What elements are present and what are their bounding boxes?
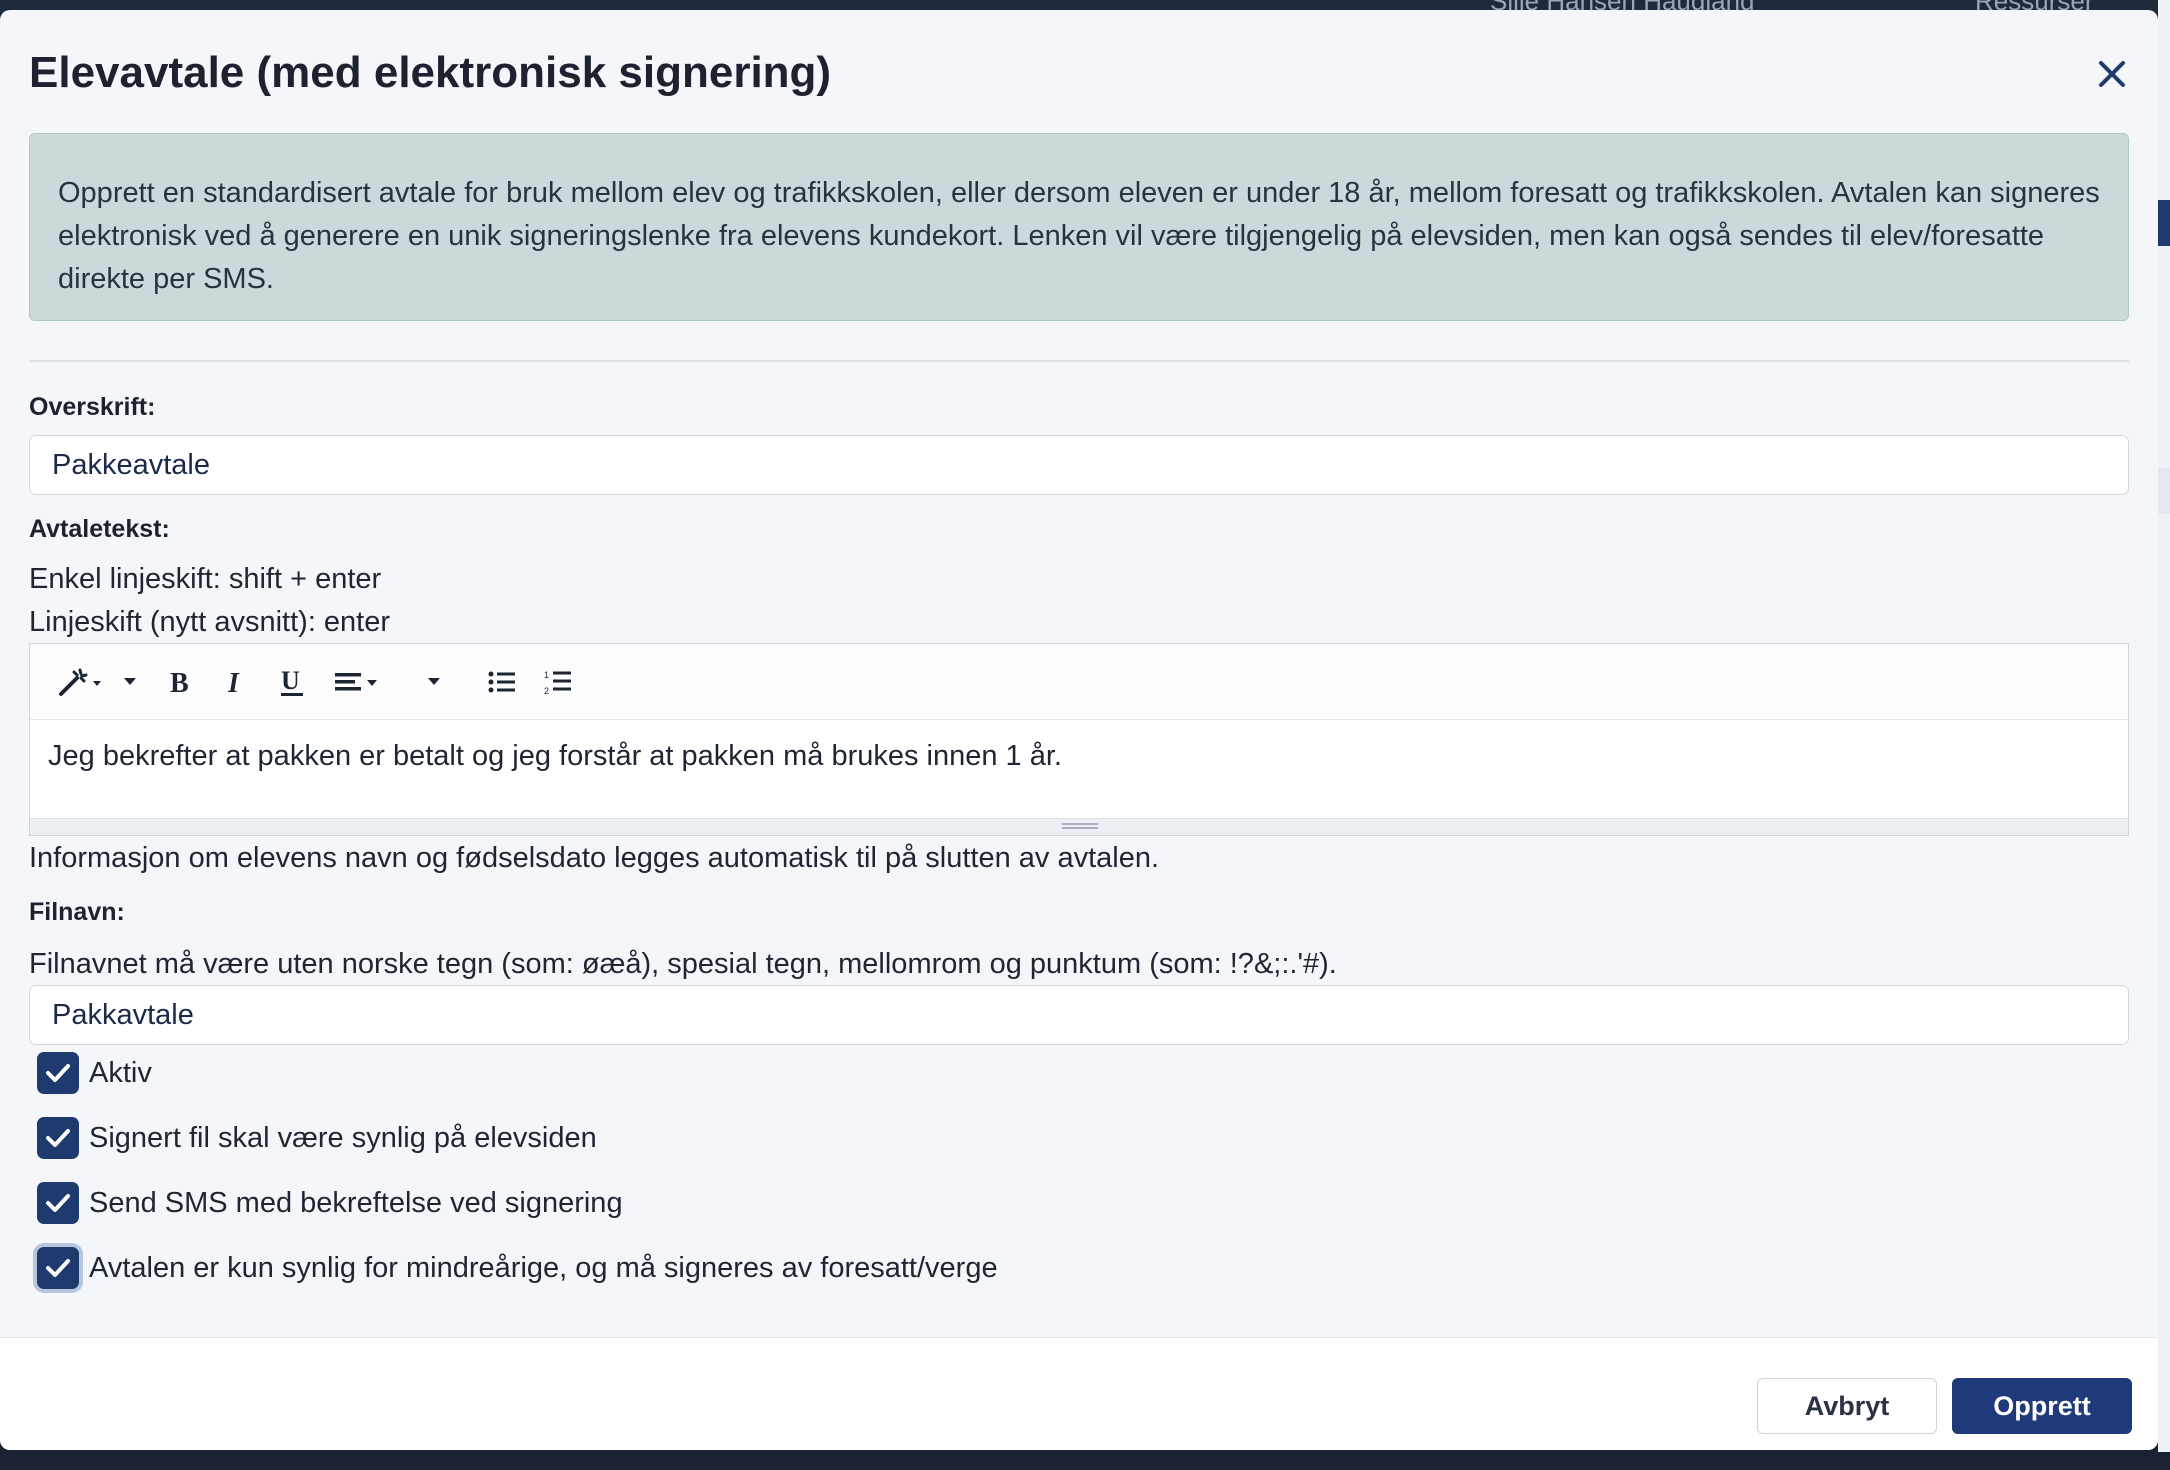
chevron-down-icon <box>124 678 136 685</box>
grip-icon <box>1062 823 1098 829</box>
checkbox-label: Avtalen er kun synlig for mindreårige, o… <box>89 1251 998 1284</box>
chevron-down-icon <box>428 678 440 685</box>
align-icon <box>335 673 377 691</box>
underline-button[interactable]: U <box>272 662 312 702</box>
auto-info-text: Informasjon om elevens navn og fødselsda… <box>29 842 1160 874</box>
divider <box>29 360 2129 362</box>
rich-text-editor: B I U 1 2 Jeg bekrefter at pakken er bet… <box>29 643 2129 836</box>
style-dropdown-button[interactable] <box>50 662 114 702</box>
underline-icon: U <box>281 667 303 696</box>
italic-button[interactable]: I <box>216 662 256 702</box>
checkbox-active[interactable]: Aktiv <box>37 1050 152 1096</box>
linebreak-hint: Enkel linjeskift: shift + enter <box>29 563 382 595</box>
checkbox-label: Signert fil skal være synlig på elevside… <box>89 1121 597 1154</box>
magic-wand-icon <box>59 668 101 696</box>
modal-footer: Avbryt Opprett <box>0 1337 2158 1450</box>
svg-text:U: U <box>281 667 300 695</box>
checkbox-send-sms[interactable]: Send SMS med bekreftelse ved signering <box>37 1180 623 1226</box>
checkmark-icon <box>46 1129 70 1147</box>
editor-resize-handle[interactable] <box>30 818 2128 835</box>
checkmark-icon <box>46 1259 70 1277</box>
italic-icon: I <box>227 668 240 696</box>
ordered-list-button[interactable]: 1 2 <box>538 662 578 702</box>
align-dropdown-button[interactable] <box>332 662 388 702</box>
checkbox-box[interactable] <box>37 1117 79 1159</box>
ordered-list-icon: 1 2 <box>544 670 571 696</box>
unordered-list-button[interactable] <box>482 662 522 702</box>
align-dropdown-caret[interactable] <box>422 662 446 702</box>
info-alert: Opprett en standardisert avtale for bruk… <box>29 133 2129 321</box>
background-fragment <box>2158 200 2170 246</box>
checkbox-label: Aktiv <box>89 1056 152 1089</box>
paragraph-hint: Linjeskift (nytt avsnitt): enter <box>29 606 391 638</box>
modal-title: Elevavtale (med elektronisk signering) <box>29 48 832 97</box>
checkbox-box[interactable] <box>37 1182 79 1224</box>
svg-text:I: I <box>227 668 240 696</box>
checkmark-icon <box>46 1194 70 1212</box>
background-page-edge <box>2158 0 2170 1470</box>
svg-text:2: 2 <box>544 686 549 696</box>
editor-content[interactable]: Jeg bekrefter at pakken er betalt og jeg… <box>48 740 1062 773</box>
bold-button[interactable]: B <box>160 662 200 702</box>
style-dropdown-caret[interactable] <box>118 662 142 702</box>
agreement-text-label: Avtaletekst: <box>29 515 170 543</box>
editor-toolbar: B I U 1 2 <box>30 644 2128 720</box>
close-icon <box>2099 61 2125 87</box>
agreement-modal: Elevavtale (med elektronisk signering) O… <box>0 10 2158 1450</box>
background-bottom <box>0 1452 2170 1470</box>
create-button[interactable]: Opprett <box>1952 1378 2132 1434</box>
close-button[interactable] <box>2090 52 2134 96</box>
checkmark-icon <box>46 1064 70 1082</box>
unordered-list-icon <box>488 671 515 693</box>
filename-input[interactable] <box>29 985 2129 1045</box>
checkbox-box[interactable] <box>37 1247 79 1289</box>
checkbox-minors-only[interactable]: Avtalen er kun synlig for mindreårige, o… <box>37 1245 998 1291</box>
checkbox-label: Send SMS med bekreftelse ved signering <box>89 1186 623 1219</box>
filename-label: Filnavn: <box>29 898 125 926</box>
cancel-button[interactable]: Avbryt <box>1757 1378 1937 1434</box>
checkbox-visible-on-student-page[interactable]: Signert fil skal være synlig på elevside… <box>37 1115 597 1161</box>
filename-hint: Filnavnet må være uten norske tegn (som:… <box>29 948 1337 980</box>
heading-label: Overskrift: <box>29 393 156 421</box>
checkbox-box[interactable] <box>37 1052 79 1094</box>
heading-input[interactable] <box>29 435 2129 495</box>
background-fragment <box>2158 468 2170 514</box>
svg-text:1: 1 <box>544 670 549 680</box>
svg-text:B: B <box>170 668 189 696</box>
bold-icon: B <box>170 668 189 696</box>
